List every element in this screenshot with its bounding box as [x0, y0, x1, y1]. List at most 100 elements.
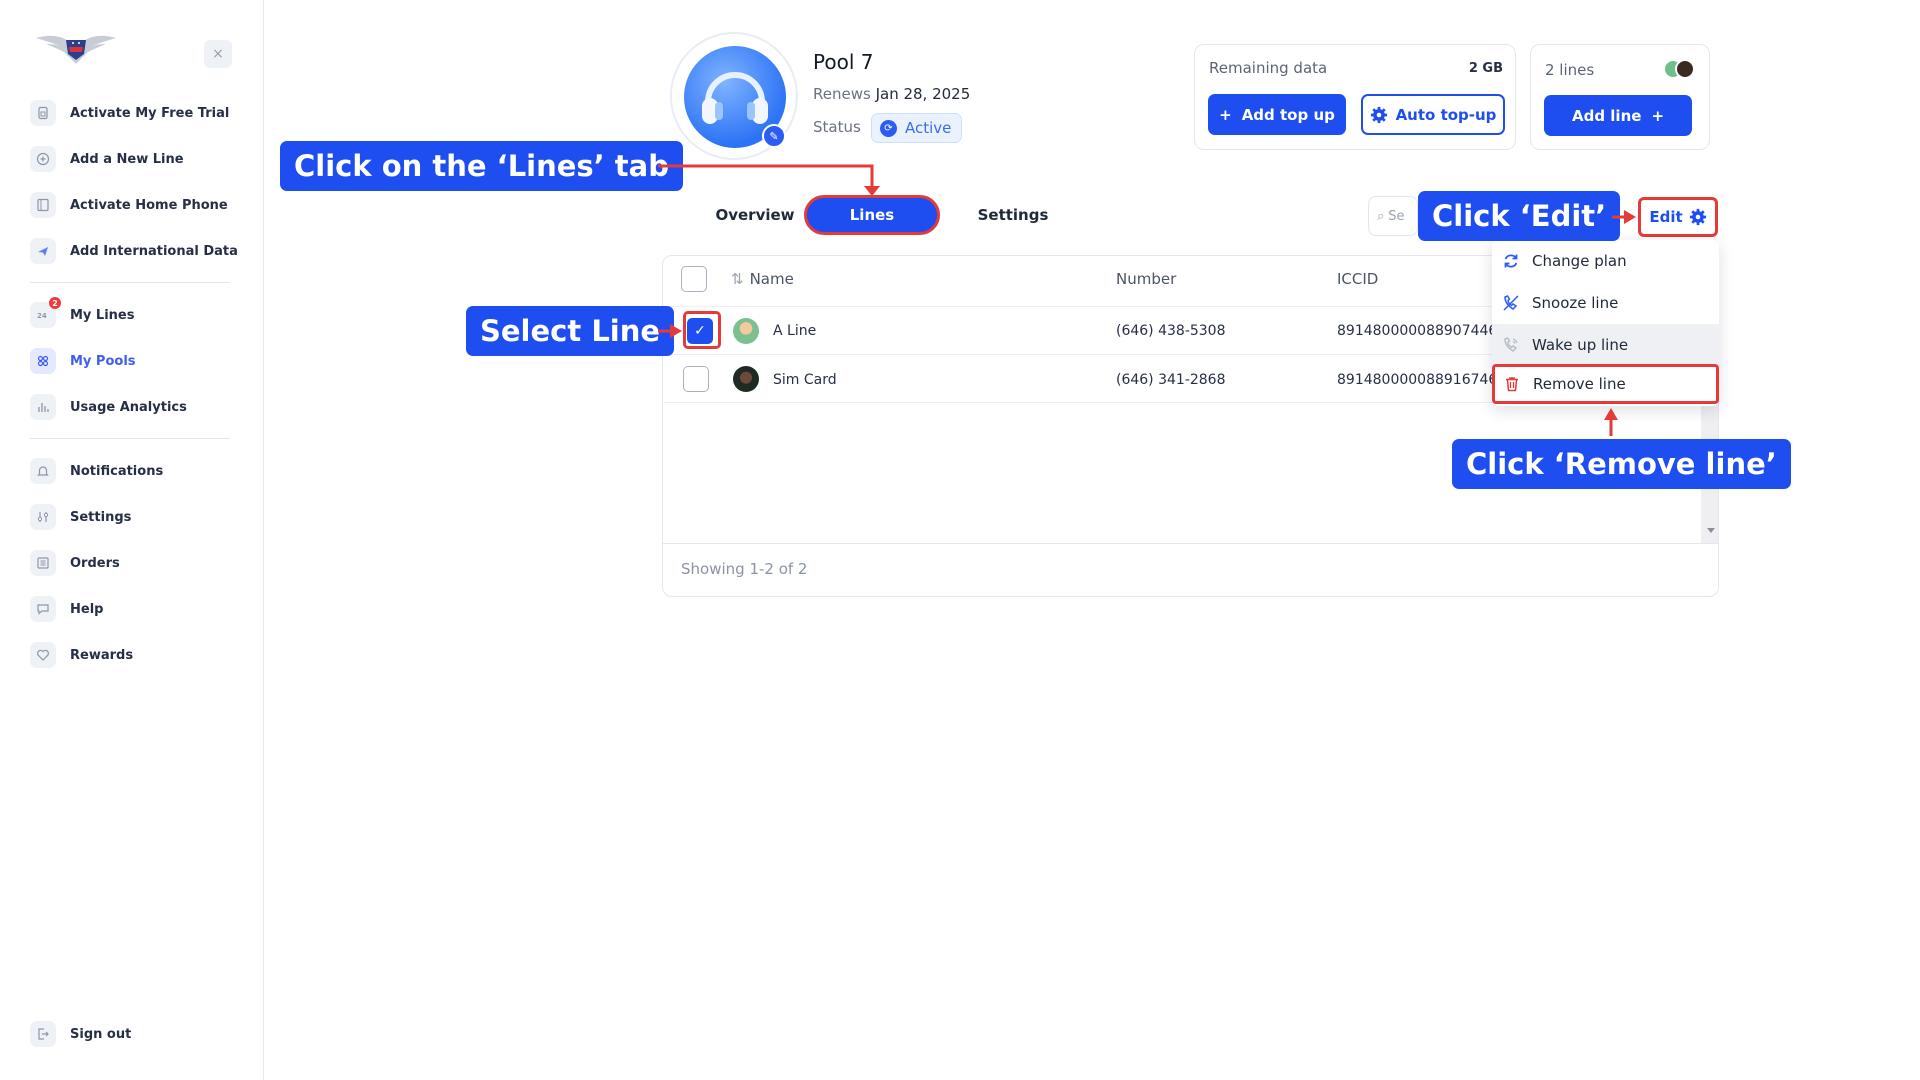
phone-off-icon [1503, 295, 1519, 311]
tab-overview[interactable]: Overview [700, 196, 810, 234]
sidebar-item-settings[interactable]: Settings [30, 502, 131, 532]
add-line-button[interactable]: Add line + [1544, 95, 1692, 136]
brand-logo [36, 30, 116, 66]
row-checkbox[interactable] [683, 366, 709, 392]
sidebar-item-rewards[interactable]: Rewards [30, 640, 133, 670]
gear-icon [1370, 106, 1387, 123]
auto-top-up-label: Auto top-up [1395, 105, 1497, 124]
scroll-down-icon[interactable] [1707, 528, 1715, 533]
heart-icon [30, 642, 56, 668]
chat-icon [30, 596, 56, 622]
menu-item-wake-up-line[interactable]: Wake up line [1492, 324, 1719, 366]
menu-item-label: Snooze line [1532, 294, 1619, 312]
sidebar-item-label: Activate My Free Trial [70, 105, 230, 121]
sidebar-item-notifications[interactable]: Notifications [30, 456, 163, 486]
close-sidebar-button[interactable]: × [204, 40, 232, 68]
sidebar-item-my-pools[interactable]: My Pools [30, 346, 136, 376]
sidebar-item-activate-home-phone[interactable]: Activate Home Phone [30, 190, 228, 220]
select-all-checkbox[interactable] [681, 266, 707, 292]
arrow-to-lines-tab [658, 164, 874, 188]
renews-label: Renews [813, 85, 871, 103]
add-line-label: Add line [1571, 106, 1642, 125]
pools-icon [30, 348, 56, 374]
column-header-iccid: ICCID [1337, 270, 1379, 288]
annotation-click-edit: Click ‘Edit’ [1418, 191, 1621, 241]
select-line-highlight [683, 311, 721, 349]
sidebar-item-label: Help [70, 601, 104, 617]
lines-icon: 24 2 [30, 297, 61, 328]
plane-icon [30, 238, 56, 264]
sidebar-item-label: My Lines [70, 307, 135, 323]
menu-item-snooze-line[interactable]: Snooze line [1492, 282, 1719, 324]
headphones-icon [702, 72, 768, 124]
sidebar-item-label: Add International Data [70, 243, 238, 259]
row-name: Sim Card [773, 372, 837, 388]
sidebar-divider [30, 438, 230, 439]
plus-icon: + [1219, 105, 1232, 124]
menu-item-remove-line[interactable]: Remove line [1492, 364, 1719, 404]
edit-label: Edit [1649, 208, 1683, 226]
sidebar-item-add-new-line[interactable]: Add a New Line [30, 144, 184, 174]
remaining-data-label: Remaining data [1209, 59, 1328, 77]
lines-count-card: 2 lines Add line + [1530, 44, 1710, 150]
column-header-number: Number [1116, 270, 1177, 288]
table-footer-divider [663, 543, 1718, 544]
edit-button[interactable]: Edit [1638, 197, 1718, 237]
remaining-data-value: 2 GB [1468, 61, 1503, 76]
menu-item-change-plan[interactable]: Change plan [1492, 240, 1719, 282]
sidebar-item-add-international-data[interactable]: Add International Data [30, 236, 238, 266]
tab-lines[interactable]: Lines [804, 195, 940, 235]
phone-grid-icon [30, 192, 56, 218]
sign-out-label: Sign out [70, 1026, 132, 1042]
avatar [733, 318, 759, 344]
status-badge: ⟳ Active [871, 113, 963, 143]
auto-top-up-button[interactable]: Auto top-up [1361, 94, 1505, 135]
edit-dropdown-menu: Change plan Snooze line Wake up line Rem… [1492, 240, 1719, 406]
search-input[interactable]: ⌕ Se [1368, 196, 1418, 236]
menu-item-label: Wake up line [1532, 336, 1629, 354]
edit-avatar-button[interactable]: ✎ [762, 124, 786, 148]
search-icon: ⌕ [1377, 208, 1385, 224]
sidebar-item-label: Orders [70, 555, 120, 571]
add-top-up-label: Add top up [1241, 105, 1335, 124]
list-icon [30, 550, 56, 576]
sign-out-icon [30, 1021, 56, 1047]
row-number: (646) 438-5308 [1116, 323, 1226, 339]
sidebar-item-orders[interactable]: Orders [30, 548, 120, 578]
add-top-up-button[interactable]: + Add top up [1208, 94, 1346, 135]
annotation-select-line: Select Line [466, 306, 675, 356]
sidebar-item-usage-analytics[interactable]: Usage Analytics [30, 392, 187, 422]
notification-badge: 2 [49, 297, 61, 309]
sim-icon [30, 100, 56, 126]
row-number: (646) 341-2868 [1116, 372, 1226, 388]
menu-item-label: Remove line [1533, 375, 1626, 393]
gear-icon [1689, 208, 1706, 226]
sidebar-item-help[interactable]: Help [30, 594, 103, 624]
tab-label: Overview [715, 206, 795, 224]
row-iccid: 8914800000889167462 [1337, 372, 1507, 388]
sign-out-button[interactable]: Sign out [30, 1019, 131, 1049]
arrowhead [1624, 210, 1636, 224]
sync-icon: ⟳ [880, 119, 897, 137]
column-header-name[interactable]: ⇅ Name [731, 270, 794, 288]
sidebar-item-label: Notifications [70, 463, 164, 479]
menu-item-label: Change plan [1532, 252, 1627, 270]
tab-label: Lines [849, 206, 895, 224]
refresh-icon [1504, 254, 1518, 268]
svg-text:24: 24 [37, 312, 47, 320]
sidebar-item-label: Add a New Line [70, 151, 184, 167]
sidebar-item-label: Activate Home Phone [70, 197, 228, 213]
sidebar-item-label: Usage Analytics [70, 399, 187, 415]
sliders-icon [30, 504, 56, 530]
tab-settings[interactable]: Settings [958, 196, 1068, 234]
pencil-icon: ✎ [769, 129, 779, 143]
annotation-lines-tab: Click on the ‘Lines’ tab [280, 141, 683, 191]
sidebar-item-label: My Pools [70, 353, 136, 369]
pagination-info: Showing 1-2 of 2 [681, 560, 808, 578]
bell-icon [30, 458, 56, 484]
lines-count-label: 2 lines [1545, 61, 1595, 79]
sidebar-item-my-lines[interactable]: 24 2 My Lines [30, 297, 135, 330]
renewal-info: Renews Jan 28, 2025 [813, 85, 970, 103]
sidebar-item-activate-free-trial[interactable]: Activate My Free Trial [30, 98, 229, 128]
sidebar-item-label: Rewards [70, 647, 134, 663]
